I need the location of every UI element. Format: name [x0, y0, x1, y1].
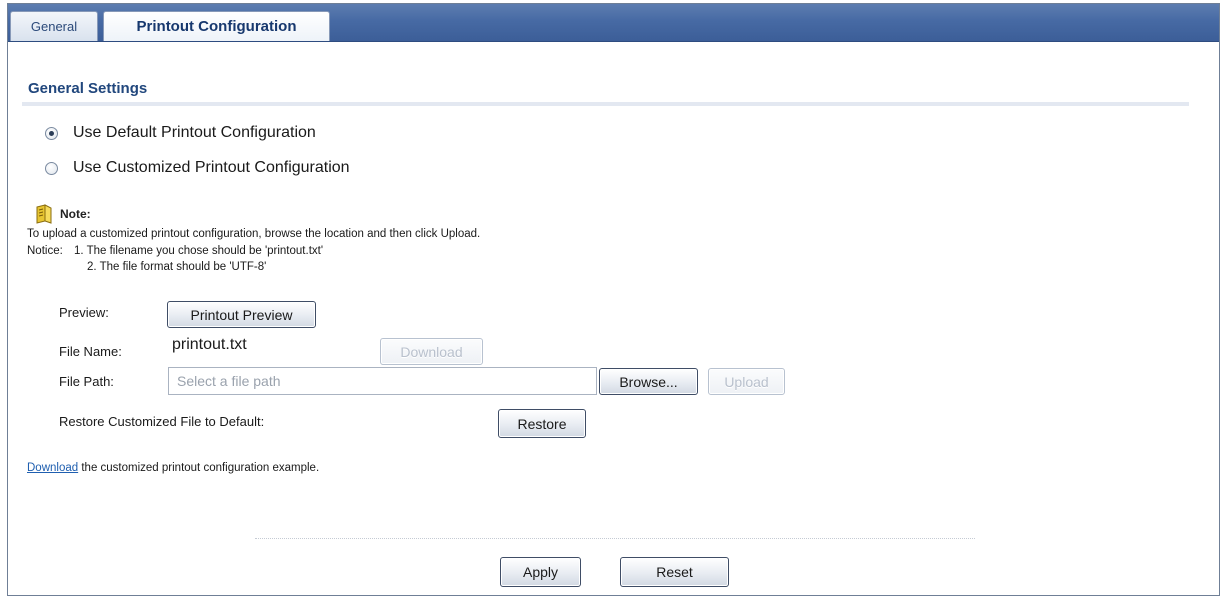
restore-label: Restore Customized File to Default: — [59, 414, 265, 429]
upload-button[interactable]: Upload — [708, 368, 785, 395]
option-default-label: Use Default Printout Configuration — [73, 124, 316, 141]
notice-item-1: 1. The filename you chose should be 'pri… — [74, 245, 324, 257]
note-line-1: To upload a customized printout configur… — [27, 228, 481, 240]
file-path-label: File Path: — [59, 374, 114, 389]
example-rest-text: the customized printout configuration ex… — [78, 462, 320, 474]
tab-general[interactable]: General — [10, 11, 98, 41]
notice-label: Notice: — [27, 245, 63, 257]
main-panel: General Printout Configuration General S… — [7, 3, 1220, 596]
radio-default-printout[interactable] — [45, 126, 58, 140]
note-icon — [36, 204, 52, 224]
note-header: Note: — [34, 204, 91, 224]
example-download-link[interactable]: Download — [27, 462, 78, 474]
file-path-input[interactable] — [168, 367, 597, 395]
footer-divider — [255, 538, 975, 539]
option-customized-label: Use Customized Printout Configuration — [73, 159, 350, 176]
option-default-printout[interactable]: Use Default Printout Configuration — [45, 124, 316, 142]
section-title: General Settings — [28, 80, 148, 97]
radio-customized-printout[interactable] — [45, 161, 58, 175]
apply-button[interactable]: Apply — [500, 557, 581, 587]
restore-button[interactable]: Restore — [498, 409, 586, 438]
tab-printout-configuration[interactable]: Printout Configuration — [103, 11, 330, 41]
printout-preview-button[interactable]: Printout Preview — [167, 301, 316, 328]
file-name-label: File Name: — [59, 344, 122, 359]
note-title: Note: — [60, 207, 91, 221]
option-customized-printout[interactable]: Use Customized Printout Configuration — [45, 159, 350, 177]
preview-label: Preview: — [59, 305, 109, 320]
browse-button[interactable]: Browse... — [599, 368, 698, 395]
file-name-value: printout.txt — [172, 336, 247, 353]
reset-button[interactable]: Reset — [620, 557, 729, 587]
notice-item-2: 2. The file format should be 'UTF-8' — [87, 261, 267, 273]
example-text: Download the customized printout configu… — [27, 462, 319, 474]
download-button[interactable]: Download — [380, 338, 483, 365]
section-divider — [22, 102, 1189, 106]
tab-bar: General Printout Configuration — [8, 4, 1219, 42]
